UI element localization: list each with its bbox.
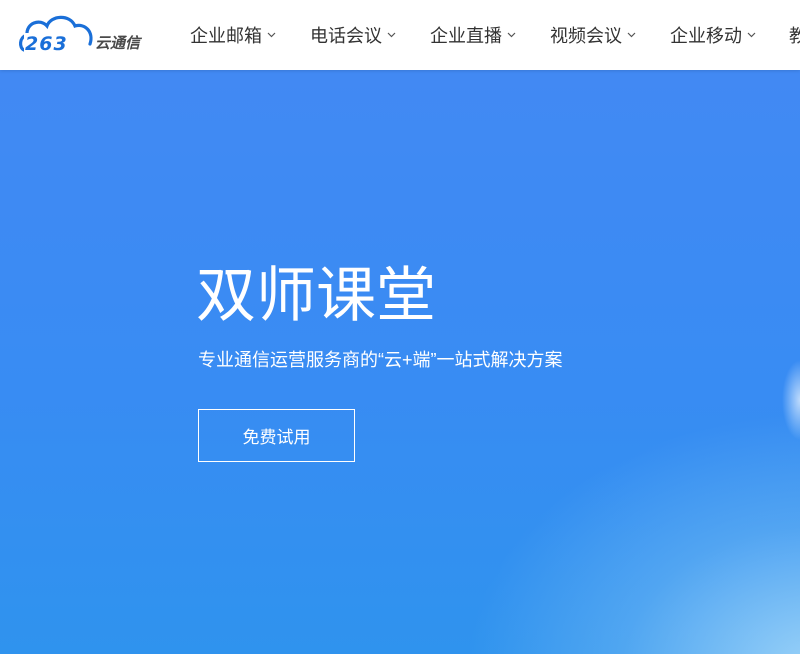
hero-title: 双师课堂 [196, 262, 436, 329]
free-trial-button[interactable]: 免费试用 [198, 409, 355, 462]
nav-item-label: 电话会议 [310, 26, 382, 46]
chevron-down-icon [387, 32, 396, 38]
logo-name: 云通信 [95, 35, 141, 52]
nav-item-email[interactable]: 企业邮箱 [190, 0, 276, 70]
nav-item-label: 教 [789, 26, 800, 46]
nav-item-label: 企业直播 [430, 26, 502, 46]
nav-item-live-streaming[interactable]: 企业直播 [430, 0, 516, 70]
chevron-down-icon [507, 32, 516, 38]
chevron-down-icon [267, 32, 276, 38]
hero-subtitle: 专业通信运营服务商的“云+端”一站式解决方案 [198, 350, 563, 370]
nav-item-label: 视频会议 [550, 26, 622, 46]
chevron-down-icon [747, 32, 756, 38]
top-navigation-bar: 263 云通信 企业邮箱 电话会议 企业直播 视频会议 企业移动 教 [0, 0, 800, 70]
nav-item-label: 企业移动 [670, 26, 742, 46]
nav-item-video-conference[interactable]: 视频会议 [550, 0, 636, 70]
hero-banner: 双师课堂 专业通信运营服务商的“云+端”一站式解决方案 免费试用 [0, 70, 800, 654]
nav-item-education[interactable]: 教 [789, 0, 800, 70]
chevron-down-icon [627, 32, 636, 38]
nav-item-label: 企业邮箱 [190, 26, 262, 46]
logo-number: 263 [24, 33, 69, 55]
nav-item-mobile[interactable]: 企业移动 [670, 0, 756, 70]
nav-item-conference-call[interactable]: 电话会议 [310, 0, 396, 70]
logo[interactable]: 263 云通信 [18, 12, 148, 58]
